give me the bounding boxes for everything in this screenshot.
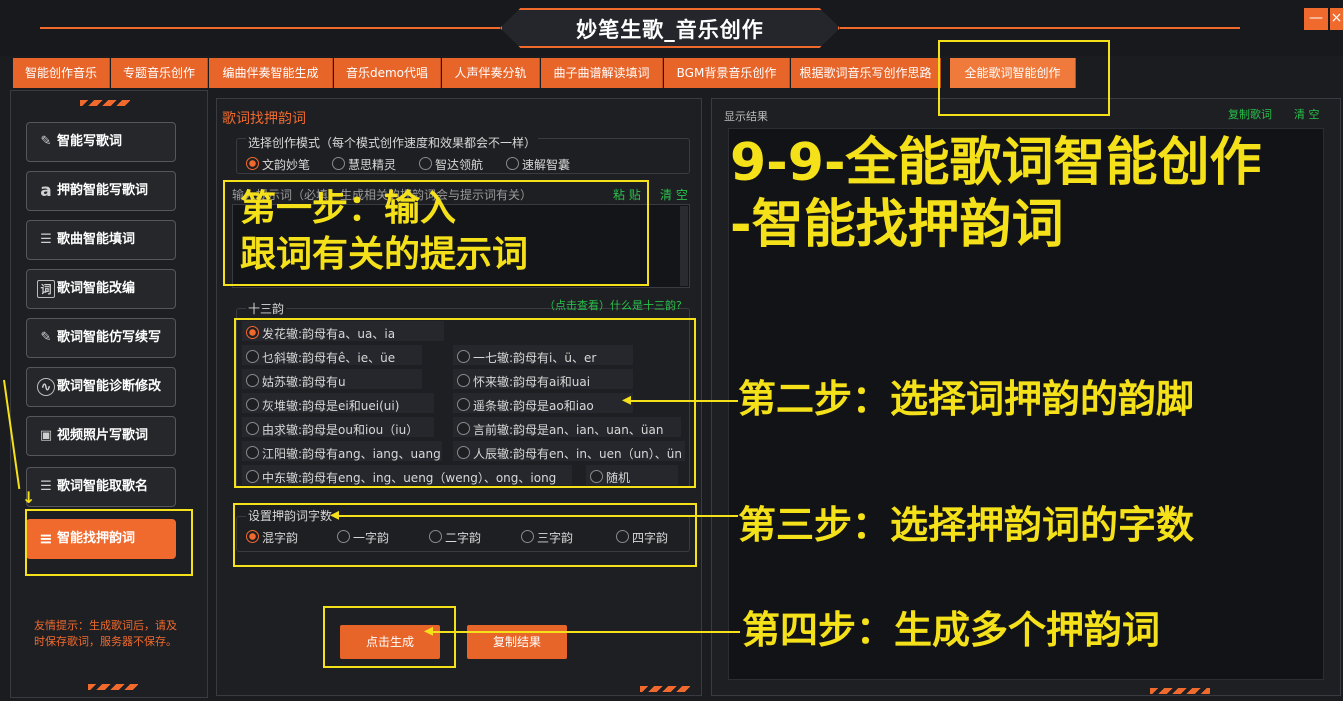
tab-topic-music[interactable]: 专题音乐创作 — [111, 58, 208, 88]
tip-text: 友情提示：生成歌词后，请及时保存歌词，服务器不保存。 — [34, 619, 177, 648]
sidebar-item-write-lyrics[interactable]: ✎ 智能写歌词 — [26, 122, 176, 162]
sidebar-item-label: 押韵智能写歌词 — [57, 183, 149, 198]
sidebar-item-label: 视频照片写歌词 — [57, 428, 149, 443]
sidebar-item-label: 歌词智能取歌名 — [57, 479, 149, 494]
sidebar-item-video-lyrics[interactable]: ▣ 视频照片写歌词 — [26, 416, 176, 456]
annotation-box-tab — [938, 40, 1110, 116]
pulse-icon: ∿ — [37, 378, 55, 396]
annotation-line-step3 — [336, 515, 738, 517]
minimize-button[interactable]: — — [1304, 8, 1328, 30]
tab-score-read[interactable]: 曲子曲谱解读填词 — [541, 58, 663, 88]
rhyme-label: 十三韵 — [246, 300, 287, 317]
sidebar-item-label: 歌词智能诊断修改 — [57, 379, 162, 394]
sidebar-stripe-top — [80, 100, 130, 106]
sidebar-item-label: 智能写歌词 — [57, 134, 123, 149]
tab-smart-music[interactable]: 智能创作音乐 — [13, 58, 110, 88]
annotation-arrowhead-4: ◂ — [424, 620, 434, 641]
mode-label: 选择创作模式（每个模式创作速度和效果都会不一样） — [246, 134, 539, 151]
clear-prompt-button[interactable]: 清 空 — [660, 186, 688, 203]
annotation-step2: 第二步：选择词押韵的韵脚 — [738, 377, 1195, 421]
app-title: 妙笔生歌_音乐创作 — [576, 18, 764, 42]
rhyme-help-link[interactable]: （点击查看）什么是十三韵? — [544, 297, 682, 313]
prompt-scrollbar[interactable] — [680, 206, 688, 286]
close-button[interactable]: × — [1330, 8, 1343, 30]
mode-option-4[interactable]: 速解智囊 — [506, 156, 570, 173]
tag-icon: ☰ — [40, 479, 52, 494]
tab-demo-sing[interactable]: 音乐demo代唱 — [334, 58, 441, 88]
pen-icon: ✎ — [40, 134, 52, 149]
sidebar-item-imitate-lyrics[interactable]: ✎ 歌词智能仿写续写 — [26, 318, 176, 358]
annotation-box-step3 — [233, 503, 697, 567]
annotation-heading-line1: 9-9-全能歌词智能创作 — [730, 133, 1262, 193]
annotation-step1-line2: 跟词有关的提示词 — [240, 234, 529, 275]
annotation-step4: 第四步：生成多个押韵词 — [742, 608, 1161, 652]
letter-a-icon: a — [40, 181, 52, 201]
sidebar-item-song-name[interactable]: ☰ 歌词智能取歌名 — [26, 467, 176, 507]
title-deco-right — [840, 27, 1240, 29]
sidebar-item-rhyme-lyrics[interactable]: a 押韵智能写歌词 — [26, 171, 176, 211]
result-label: 显示结果 — [724, 110, 768, 123]
sidebar-item-adapt-lyrics[interactable]: 词歌词智能改编 — [26, 269, 176, 309]
tab-arrangement[interactable]: 编曲伴奏智能生成 — [209, 58, 333, 88]
tab-vocal-split[interactable]: 人声伴奏分轨 — [442, 58, 540, 88]
sidebar-item-diagnose-lyrics[interactable]: ∿ 歌词智能诊断修改 — [26, 367, 176, 407]
annotation-arrowhead-3: ◂ — [330, 504, 340, 525]
annotation-line-step2 — [628, 400, 738, 402]
copy-lyrics-button[interactable]: 复制歌词 — [1228, 106, 1272, 122]
image-icon: ▣ — [39, 428, 53, 443]
sidebar-stripe-bottom — [88, 684, 138, 690]
panel-title: 歌词找押韵词 — [222, 111, 306, 127]
annotation-box-sidebar — [25, 509, 193, 576]
tab-lyric-ideas[interactable]: 根据歌词音乐写创作思路 — [791, 58, 941, 88]
title-deco-left — [40, 27, 500, 29]
annotation-step3: 第三步：选择押韵词的字数 — [738, 503, 1195, 547]
annotation-step1-line1: 第一步：输入 — [240, 188, 457, 229]
mode-option-1[interactable]: 文韵妙笔 — [246, 156, 310, 173]
result-stripe — [1150, 688, 1210, 694]
sidebar-item-label: 歌词智能仿写续写 — [57, 330, 162, 345]
annotation-arrowhead: ↓ — [22, 488, 36, 507]
sidebar-item-fill-lyrics[interactable]: ☰ 歌曲智能填词 — [26, 220, 176, 260]
mode-option-3[interactable]: 智达领航 — [419, 156, 483, 173]
pen-icon: ✎ — [40, 330, 52, 345]
sidebar-item-label: 歌词智能改编 — [57, 281, 136, 296]
annotation-arrowhead-2: ◂ — [622, 389, 632, 410]
tab-bgm[interactable]: BGM背景音乐创作 — [664, 58, 790, 88]
annotation-line-step4 — [430, 631, 740, 633]
mode-option-2[interactable]: 慧思精灵 — [332, 156, 396, 173]
panel-stripe — [640, 686, 690, 692]
word-icon: 词 — [37, 280, 55, 298]
list-icon: ☰ — [40, 232, 52, 247]
annotation-box-step4 — [323, 606, 456, 668]
clear-result-button[interactable]: 清 空 — [1294, 106, 1320, 122]
annotation-heading-line2: -智能找押韵词 — [730, 195, 1064, 255]
sidebar-item-label: 歌曲智能填词 — [57, 232, 136, 247]
